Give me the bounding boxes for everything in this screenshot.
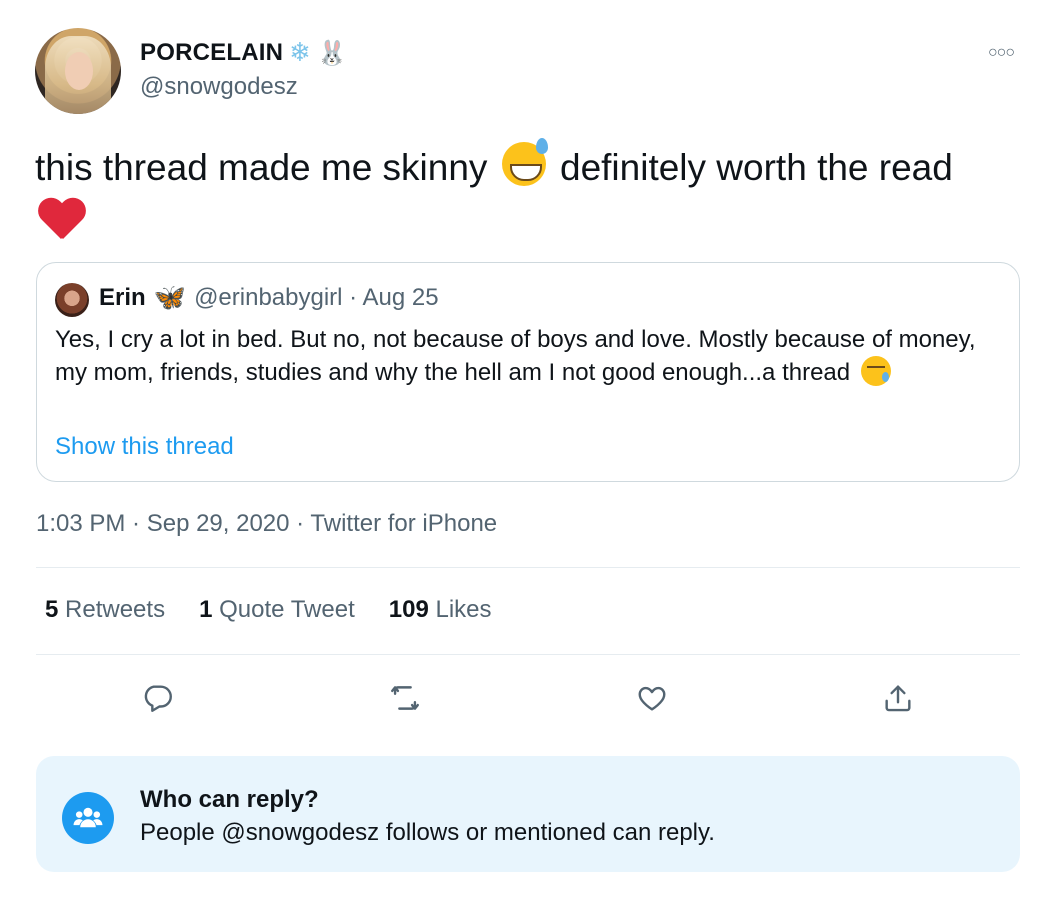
share-button[interactable] xyxy=(878,678,918,718)
quoted-tweet-header: Erin 🦋 @erinbabygirl · Aug 25 xyxy=(99,283,439,313)
likes-count: 109 xyxy=(388,596,429,623)
more-options-icon[interactable]: ○○○ xyxy=(988,44,1015,62)
reply-icon xyxy=(144,685,172,712)
like-button[interactable] xyxy=(632,678,672,718)
quote-tweets-stat[interactable]: 1 Quote Tweet xyxy=(199,596,355,624)
quoted-author-name: Erin xyxy=(99,284,146,311)
quote-tweets-label: Quote Tweet xyxy=(219,596,355,623)
retweets-label: Retweets xyxy=(65,596,166,623)
show-thread-link[interactable]: Show this thread xyxy=(55,433,234,461)
divider xyxy=(36,567,1020,568)
likes-stat[interactable]: 109 Likes xyxy=(389,596,492,624)
retweets-count: 5 xyxy=(45,596,59,623)
tweet-text-part2: definitely worth the read xyxy=(560,147,953,188)
who-can-reply-title: Who can reply? xyxy=(140,786,319,813)
retweet-icon xyxy=(391,686,419,710)
red-heart-emoji-icon xyxy=(37,199,85,243)
share-icon xyxy=(885,685,911,712)
retweet-button[interactable] xyxy=(385,678,425,718)
tweet: PORCELAIN ❄ 🐰 @snowgodesz ○○○ this threa… xyxy=(0,0,1058,898)
quoted-tweet-body: Yes, I cry a lot in bed. But no, not bec… xyxy=(55,326,976,386)
author-handle[interactable]: @snowgodesz xyxy=(140,73,298,101)
people-icon xyxy=(62,792,114,844)
retweets-stat[interactable]: 5 Retweets xyxy=(45,596,165,624)
quoted-author-meta: @erinbabygirl · Aug 25 xyxy=(194,284,439,311)
grinning-sweat-emoji-icon xyxy=(501,138,548,186)
quoted-author-avatar xyxy=(55,283,89,317)
rabbit-icon: 🐰 xyxy=(317,39,348,67)
snowflake-icon: ❄ xyxy=(289,38,312,68)
quote-tweets-count: 1 xyxy=(199,596,213,623)
reply-button[interactable] xyxy=(138,678,178,718)
sad-tear-emoji-icon xyxy=(860,356,891,386)
tweet-text: this thread made me skinny definitely wo… xyxy=(35,138,1025,243)
likes-label: Likes xyxy=(435,596,492,623)
author-avatar[interactable] xyxy=(35,28,121,114)
author-name-text: PORCELAIN xyxy=(140,39,284,66)
quoted-tweet-card[interactable]: Erin 🦋 @erinbabygirl · Aug 25 Yes, I cry… xyxy=(36,262,1020,482)
who-can-reply-description: People @snowgodesz follows or mentioned … xyxy=(140,819,715,846)
tweet-timestamp[interactable]: 1:03 PM · Sep 29, 2020 · Twitter for iPh… xyxy=(36,510,497,538)
tweet-text-part1: this thread made me skinny xyxy=(35,147,488,188)
divider xyxy=(36,654,1020,655)
quoted-tweet-text: Yes, I cry a lot in bed. But no, not bec… xyxy=(55,323,1005,389)
like-icon xyxy=(638,686,666,711)
author-display-name[interactable]: PORCELAIN ❄ 🐰 xyxy=(140,38,347,68)
tweet-stats: 5 Retweets 1 Quote Tweet 109 Likes xyxy=(45,596,492,624)
who-can-reply-banner: Who can reply? People @snowgodesz follow… xyxy=(36,756,1020,872)
butterfly-icon: 🦋 xyxy=(153,283,187,313)
